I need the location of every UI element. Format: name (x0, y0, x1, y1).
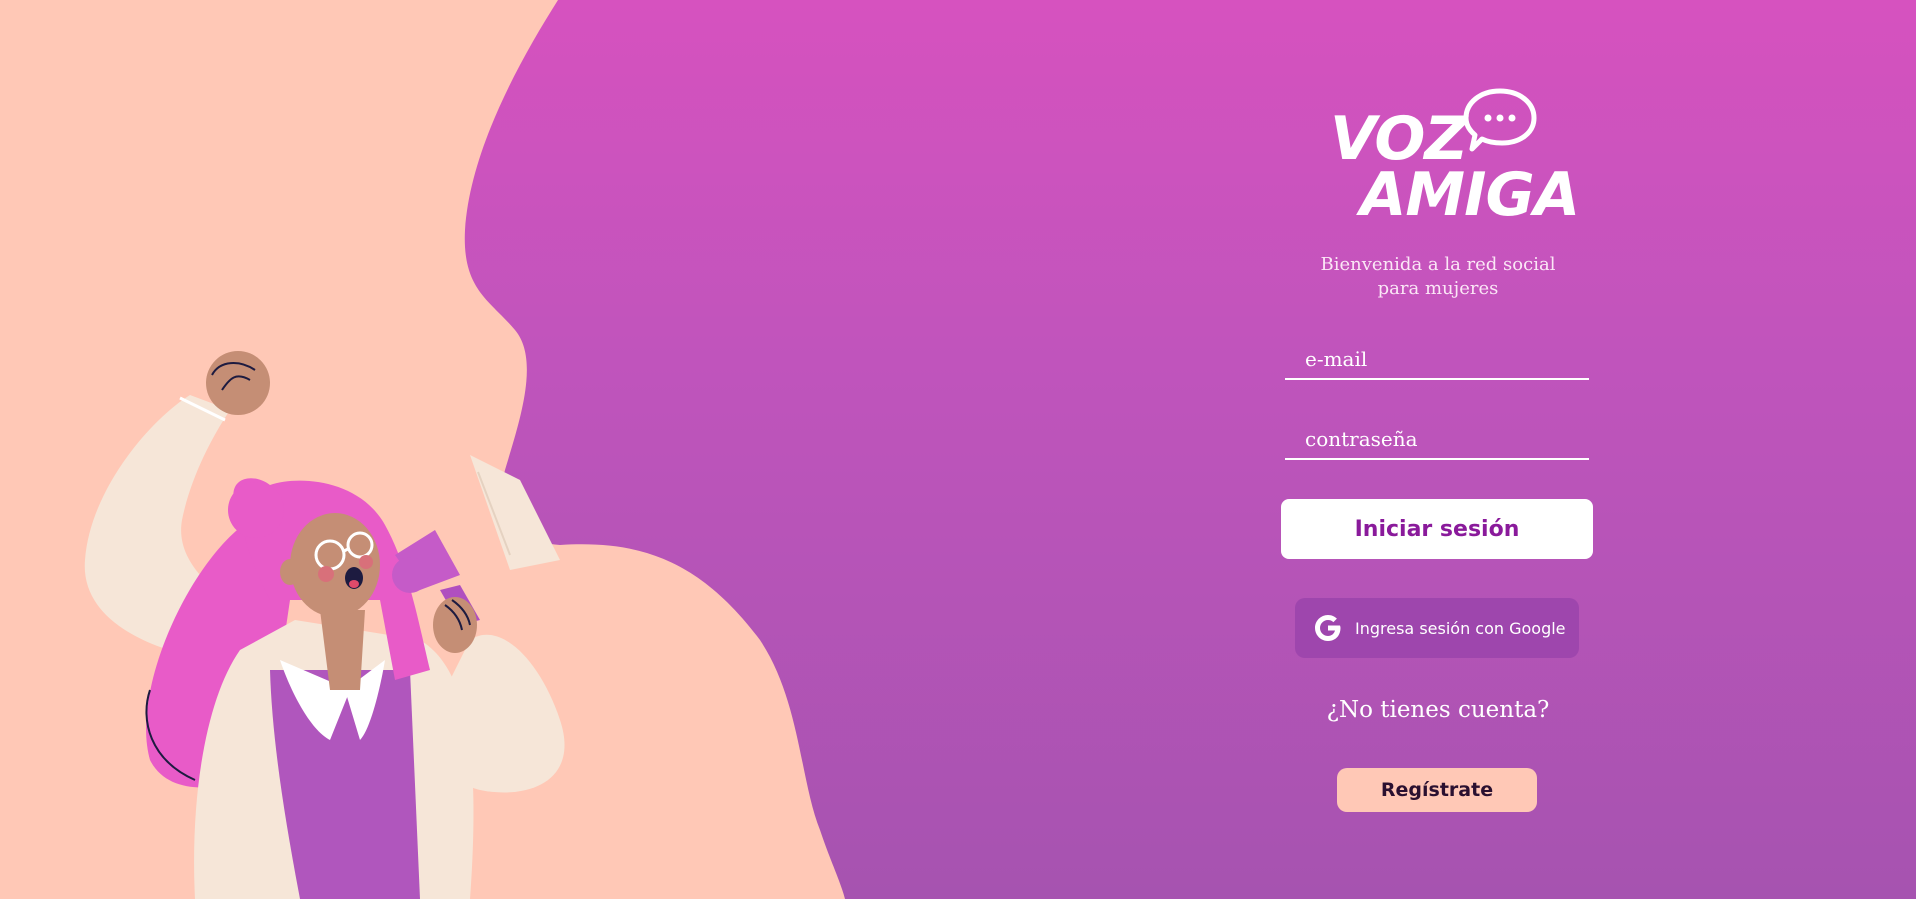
tagline-line-1: Bienvenida a la red social (1320, 254, 1556, 275)
voz-amiga-logo: VOZ AMIGA (1330, 85, 1580, 225)
welcome-tagline: Bienvenida a la red social para mujeres (1280, 253, 1596, 301)
speech-bubble-icon (1463, 88, 1537, 152)
woman-megaphone-illustration (0, 0, 845, 899)
no-account-text: ¿No tienes cuenta? (1326, 697, 1550, 723)
google-icon (1315, 615, 1341, 641)
login-panel: VOZ AMIGA Bienvenida a la red social par… (1280, 0, 1596, 899)
email-input[interactable] (1285, 340, 1589, 378)
password-field (1285, 420, 1589, 460)
hair-bun (228, 482, 284, 538)
tagline-line-2: para mujeres (1377, 278, 1499, 299)
email-field (1285, 340, 1589, 380)
google-button-label: Ingresa sesión con Google (1355, 618, 1566, 638)
google-login-button[interactable]: Ingresa sesión con Google (1295, 598, 1579, 658)
register-button[interactable]: Regístrate (1337, 768, 1537, 812)
password-input[interactable] (1285, 420, 1589, 458)
raised-fist (206, 351, 270, 415)
logo-word-amiga: AMIGA (1360, 160, 1580, 230)
hand (433, 597, 477, 653)
login-button[interactable]: Iniciar sesión (1281, 499, 1593, 559)
